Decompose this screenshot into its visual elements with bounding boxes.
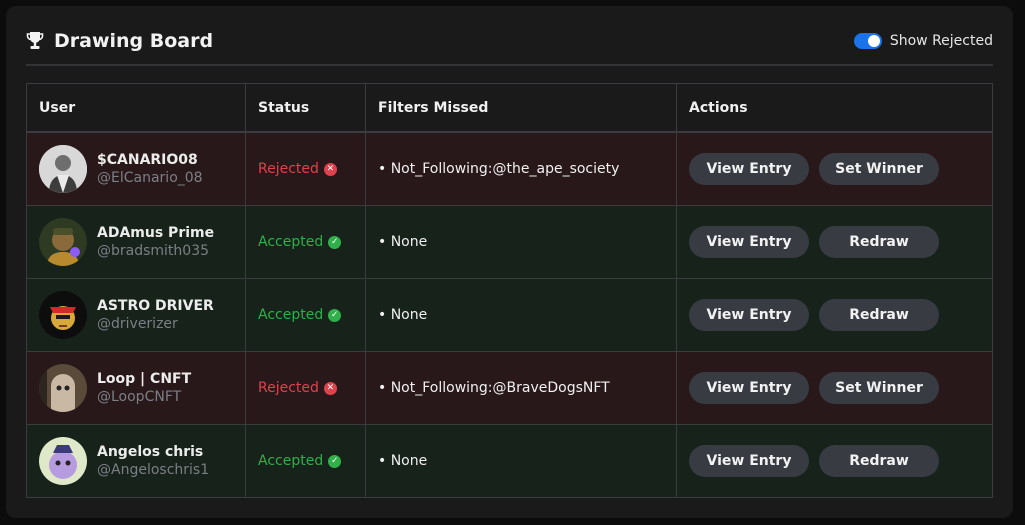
actions-cell: View Entry Redraw <box>676 205 993 279</box>
table-row: Angelos chris @Angeloschris1 Accepted ✓ … <box>26 424 993 498</box>
column-header-actions: Actions <box>676 83 993 133</box>
actions-cell: View Entry Redraw <box>676 278 993 352</box>
user-name: ADAmus Prime <box>97 225 215 241</box>
status-text: Accepted <box>258 453 324 469</box>
actions-cell: View Entry Redraw <box>676 424 993 498</box>
show-rejected-control[interactable]: Show Rejected <box>853 33 993 49</box>
view-entry-button[interactable]: View Entry <box>689 226 809 258</box>
table-row: Loop | CNFT @LoopCNFT Rejected ✕ • Not_F… <box>26 351 993 425</box>
user-handle: @driverizer <box>97 316 178 332</box>
user-name: ASTRO DRIVER <box>97 298 214 314</box>
user-handle: @Angeloschris1 <box>97 462 210 478</box>
check-circle-icon: ✓ <box>328 235 342 249</box>
column-header-filters-missed: Filters Missed <box>365 83 677 133</box>
user-cell: Loop | CNFT @LoopCNFT <box>26 351 246 425</box>
x-circle-icon: ✕ <box>323 162 337 176</box>
set-winner-button[interactable]: Set Winner <box>819 153 939 185</box>
status-text: Accepted <box>258 234 324 250</box>
avatar[interactable] <box>39 145 87 193</box>
page-title: Drawing Board <box>54 30 214 52</box>
redraw-button[interactable]: Redraw <box>819 445 939 477</box>
avatar[interactable] <box>39 218 87 266</box>
entries-table: User Status Filters Missed Actions $CANA… <box>26 83 993 498</box>
show-rejected-label: Show Rejected <box>889 33 993 49</box>
filters-missed-cell: • None <box>365 278 677 352</box>
x-circle-icon: ✕ <box>323 381 337 395</box>
status-cell: Accepted ✓ <box>245 424 366 498</box>
status-badge: Accepted ✓ <box>258 307 353 323</box>
set-winner-button[interactable]: Set Winner <box>819 372 939 404</box>
redraw-button[interactable]: Redraw <box>819 226 939 258</box>
status-cell: Rejected ✕ <box>245 351 366 425</box>
actions-cell: View Entry Set Winner <box>676 131 993 206</box>
title-group: Drawing Board <box>26 30 213 52</box>
status-badge: Accepted ✓ <box>258 453 353 469</box>
user-cell: Angelos chris @Angeloschris1 <box>26 424 246 498</box>
column-header-status: Status <box>245 83 366 133</box>
actions-cell: View Entry Set Winner <box>676 351 993 425</box>
user-name: Angelos chris <box>97 444 204 460</box>
user-handle: @LoopCNFT <box>97 389 182 405</box>
header-divider <box>26 64 993 66</box>
status-cell: Accepted ✓ <box>245 278 366 352</box>
status-text: Rejected <box>258 161 319 177</box>
status-cell: Rejected ✕ <box>245 131 366 206</box>
status-text: Accepted <box>258 307 324 323</box>
table-row: ADAmus Prime @bradsmith035 Accepted ✓ • … <box>26 205 993 279</box>
view-entry-button[interactable]: View Entry <box>689 299 809 331</box>
drawing-board-panel: Drawing Board Show Rejected User Status … <box>6 6 1013 518</box>
user-cell: ASTRO DRIVER @driverizer <box>26 278 246 352</box>
trophy-icon <box>26 31 44 51</box>
user-cell: $CANARIO08 @ElCanario_08 <box>26 131 246 206</box>
filters-missed-cell: • None <box>365 205 677 279</box>
view-entry-button[interactable]: View Entry <box>689 372 809 404</box>
status-badge: Accepted ✓ <box>258 234 353 250</box>
view-entry-button[interactable]: View Entry <box>689 445 809 477</box>
column-header-user: User <box>26 83 246 133</box>
avatar[interactable] <box>39 364 87 412</box>
avatar[interactable] <box>39 437 87 485</box>
panel-header: Drawing Board Show Rejected <box>26 24 993 58</box>
user-handle: @bradsmith035 <box>97 243 210 259</box>
status-badge: Rejected ✕ <box>258 161 353 177</box>
check-circle-icon: ✓ <box>328 308 342 322</box>
status-badge: Rejected ✕ <box>258 380 353 396</box>
user-handle: @ElCanario_08 <box>97 170 203 186</box>
view-entry-button[interactable]: View Entry <box>689 153 809 185</box>
user-name: $CANARIO08 <box>97 152 198 168</box>
user-cell: ADAmus Prime @bradsmith035 <box>26 205 246 279</box>
table-row: $CANARIO08 @ElCanario_08 Rejected ✕ • No… <box>26 131 993 206</box>
user-name: Loop | CNFT <box>97 371 192 387</box>
filters-missed-cell: • Not_Following:@the_ape_society <box>365 131 677 206</box>
avatar[interactable] <box>39 291 87 339</box>
filters-missed-cell: • None <box>365 424 677 498</box>
filters-missed-cell: • Not_Following:@BraveDogsNFT <box>365 351 677 425</box>
check-circle-icon: ✓ <box>328 454 342 468</box>
table-header-row: User Status Filters Missed Actions <box>26 83 993 133</box>
status-text: Rejected <box>258 380 319 396</box>
table-row: ASTRO DRIVER @driverizer Accepted ✓ • No… <box>26 278 993 352</box>
show-rejected-toggle[interactable] <box>853 33 882 49</box>
redraw-button[interactable]: Redraw <box>819 299 939 331</box>
status-cell: Accepted ✓ <box>245 205 366 279</box>
